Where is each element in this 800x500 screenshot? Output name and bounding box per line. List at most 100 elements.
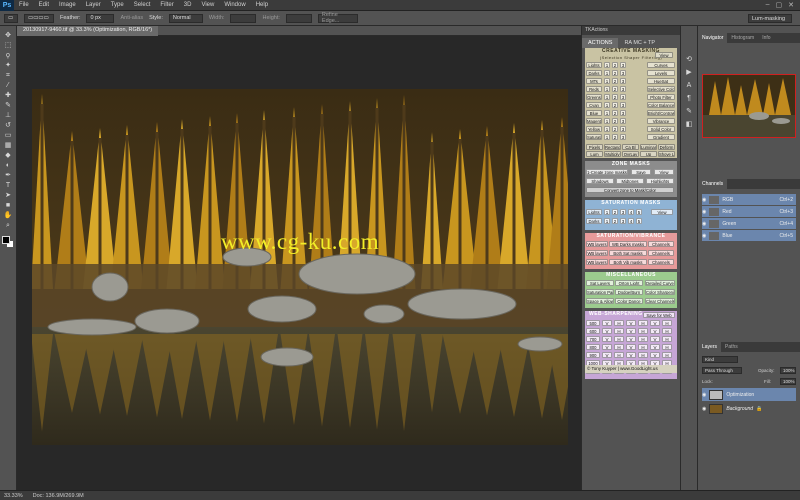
menu-select[interactable]: Select xyxy=(129,2,156,8)
misc-button-0-2[interactable]: Detailed Curve xyxy=(645,280,675,286)
sat-vib-button-1-0[interactable]: WB layers xyxy=(586,250,608,256)
mask-level-2[interactable]: 2 xyxy=(612,78,618,84)
adj-button-9[interactable]: Gradient xyxy=(647,134,675,140)
sat-level-5[interactable]: 5 xyxy=(636,218,642,224)
tool-button-6[interactable]: Multiply xyxy=(604,151,621,157)
document-photo[interactable]: www.cg-ku.com xyxy=(32,89,568,445)
foreground-color-swatch[interactable] xyxy=(2,236,10,244)
mask-level-3[interactable]: 3 xyxy=(620,62,626,68)
tool-button-3[interactable]: Luminance xyxy=(640,144,657,150)
menu-layer[interactable]: Layer xyxy=(81,2,106,8)
refine-edge-button[interactable]: Refine Edge... xyxy=(317,12,358,24)
adj-button-5[interactable]: Color Balance xyxy=(647,102,675,108)
tab-actions[interactable]: ACTIONS xyxy=(582,38,619,48)
menu-image[interactable]: Image xyxy=(54,2,81,8)
web-mark-2[interactable]: V xyxy=(626,320,636,326)
mask-level-1[interactable]: 1 xyxy=(604,62,610,68)
mask-level-2[interactable]: 2 xyxy=(612,94,618,100)
menu-3d[interactable]: 3D xyxy=(179,2,197,8)
web-mark-0[interactable]: V xyxy=(602,352,612,358)
document-tab[interactable]: 20130917-9460.tif @ 33.3% (Optimization,… xyxy=(17,26,159,36)
history-brush-icon[interactable]: ↺ xyxy=(3,122,13,130)
magic-wand-icon[interactable]: ✦ xyxy=(3,62,13,70)
misc-button-2-1[interactable]: Color Dance xyxy=(615,298,643,304)
healing-icon[interactable]: ✚ xyxy=(3,92,13,100)
web-mark-1[interactable]: H xyxy=(614,320,624,326)
mask-level-2[interactable]: 2 xyxy=(612,118,618,124)
visibility-eye-icon[interactable]: ◉ xyxy=(702,392,706,398)
misc-button-0-0[interactable]: Sat Layers xyxy=(586,280,614,286)
tab-channels[interactable]: Channels xyxy=(698,179,728,189)
mask-level-1[interactable]: 1 xyxy=(604,78,610,84)
web-mark-4[interactable]: V xyxy=(650,328,660,334)
close-button[interactable]: ✕ xyxy=(788,1,794,9)
layer-row-optimization[interactable]: ◉ Optimization xyxy=(702,388,796,401)
opacity-input[interactable]: 100% xyxy=(780,367,796,374)
adj-button-2[interactable]: HueSat xyxy=(647,78,675,84)
web-mark-4[interactable]: V xyxy=(650,336,660,342)
adj-button-1[interactable]: Levels xyxy=(647,70,675,76)
shape-icon[interactable]: ■ xyxy=(3,202,13,210)
midtones-button[interactable]: Midtones xyxy=(616,178,644,184)
misc-button-2-2[interactable]: Clear Channels xyxy=(645,298,675,304)
web-mark-1[interactable]: H xyxy=(614,352,624,358)
zone-view-button[interactable]: View xyxy=(654,169,674,175)
visibility-eye-icon[interactable]: ◉ xyxy=(702,406,706,412)
mask-level-3[interactable]: 3 xyxy=(620,86,626,92)
web-mark-0[interactable]: V xyxy=(602,344,612,350)
mask-level-1[interactable]: 1 xyxy=(604,94,610,100)
sat-level-1[interactable]: 1 xyxy=(604,209,610,215)
zone-convert-button[interactable]: Convert zone to Mask/Color xyxy=(586,187,674,193)
visibility-eye-icon[interactable]: ◉ xyxy=(702,221,706,227)
zoom-level[interactable]: 33.33% xyxy=(4,493,23,499)
mask-button-magenta[interactable]: Magenta xyxy=(586,118,602,124)
visibility-eye-icon[interactable]: ◉ xyxy=(702,197,706,203)
tool-button-0[interactable]: Pixels xyxy=(586,144,603,150)
web-mark-4[interactable]: V xyxy=(650,344,660,350)
eraser-icon[interactable]: ▭ xyxy=(3,132,13,140)
tool-button-8[interactable]: Up xyxy=(640,151,657,157)
mask-level-2[interactable]: 2 xyxy=(612,134,618,140)
mask-level-3[interactable]: 3 xyxy=(620,118,626,124)
misc-button-1-1[interactable]: Dodge/Burn xyxy=(615,289,643,295)
marquee-icon[interactable]: ⬚ xyxy=(3,42,13,50)
mask-button-yellow[interactable]: Yellow xyxy=(586,126,602,132)
brush-icon[interactable]: ✎ xyxy=(3,102,13,110)
mask-button-saturation[interactable]: Saturation xyxy=(586,134,602,140)
sat-mask-darks[interactable]: Darks xyxy=(586,218,602,224)
mask-level-1[interactable]: 1 xyxy=(604,70,610,76)
sat-vib-button-0-2[interactable]: Channels xyxy=(648,241,674,247)
type-icon[interactable]: T xyxy=(3,182,13,190)
web-mark-0[interactable]: V xyxy=(602,320,612,326)
sat-vib-button-2-2[interactable]: Channels xyxy=(648,259,674,265)
web-size-700[interactable]: 700 xyxy=(586,336,600,342)
web-mark-0[interactable]: V xyxy=(602,328,612,334)
save-for-web-button[interactable]: Save for Web xyxy=(643,312,675,318)
color-swatches[interactable] xyxy=(2,236,14,248)
mask-level-3[interactable]: 3 xyxy=(620,110,626,116)
history-icon[interactable]: ⟲ xyxy=(685,56,694,64)
web-mark-2[interactable]: V xyxy=(626,328,636,334)
sat-level-3[interactable]: 3 xyxy=(620,218,626,224)
blend-mode-select[interactable]: Pass Through xyxy=(702,367,742,374)
sat-level-2[interactable]: 2 xyxy=(612,218,618,224)
tool-button-2[interactable]: Ca Bl xyxy=(622,144,639,150)
mask-level-3[interactable]: 3 xyxy=(620,78,626,84)
sat-level-1[interactable]: 1 xyxy=(604,218,610,224)
tool-button-7[interactable]: OvrLay xyxy=(622,151,639,157)
paragraph-icon[interactable]: ¶ xyxy=(685,95,694,103)
misc-button-0-1[interactable]: Orton Light xyxy=(615,280,643,286)
adj-button-7[interactable]: Vibrance xyxy=(647,118,675,124)
stamp-icon[interactable]: ⊥ xyxy=(3,112,13,120)
web-size-500[interactable]: 500 xyxy=(586,320,600,326)
web-mark-5[interactable]: H xyxy=(662,336,672,342)
mask-level-2[interactable]: 2 xyxy=(612,62,618,68)
visibility-eye-icon[interactable]: ◉ xyxy=(702,233,706,239)
dodge-icon[interactable]: ◐ xyxy=(3,162,13,170)
channel-row-blue[interactable]: ◉ Blue Ctrl+5 xyxy=(702,230,796,241)
mask-button-reds[interactable]: Reds xyxy=(586,86,602,92)
tab-info[interactable]: Info xyxy=(758,33,774,43)
mask-level-3[interactable]: 3 xyxy=(620,126,626,132)
navigator-thumbnail[interactable] xyxy=(702,74,796,138)
mask-button-cyan[interactable]: Cyan xyxy=(586,102,602,108)
